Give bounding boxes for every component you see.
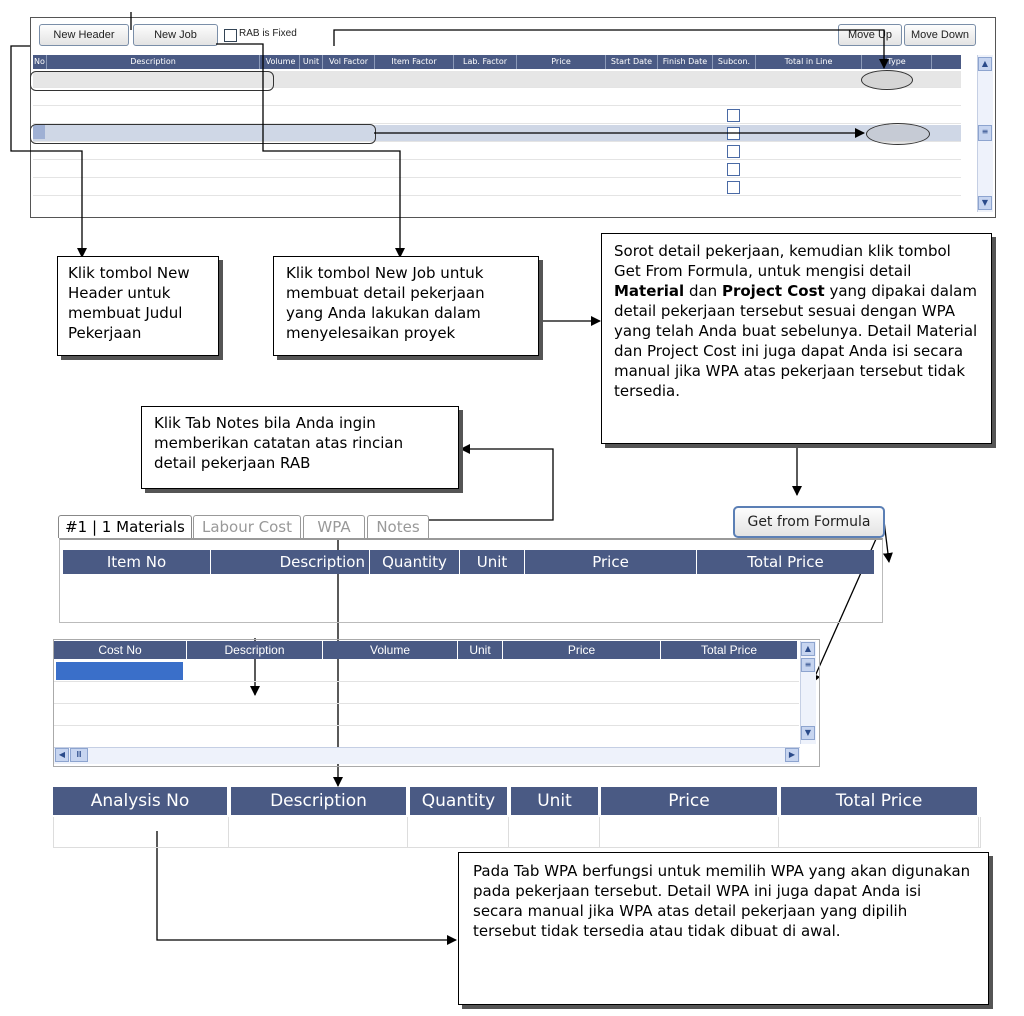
wpa-empty-cell <box>781 817 979 847</box>
wpa-empty-cell <box>53 817 229 847</box>
materials-cell <box>701 580 869 600</box>
labour-cell <box>505 684 657 702</box>
get-from-formula-button[interactable]: Get from Formula <box>733 506 885 538</box>
labour-cell <box>325 662 454 680</box>
labour-col-header: Description <box>187 641 323 659</box>
labour-cell <box>460 662 499 680</box>
labour-cell <box>505 662 657 680</box>
wpa-col-header: Total Price <box>781 787 979 815</box>
labour-col-header: Price <box>503 641 661 659</box>
wpa-col-header: Analysis No <box>53 787 229 815</box>
labour-scroll-thumb[interactable]: ≡ <box>801 658 815 672</box>
materials-col-header: Unit <box>460 550 525 574</box>
get-formula-note: Sorot detail pekerjaan, kemudian klik to… <box>601 233 992 444</box>
materials-cell <box>374 580 454 600</box>
materials-col-header: Description <box>211 550 370 574</box>
formula-note-material: Material <box>614 282 685 300</box>
labour-cell <box>325 706 454 724</box>
labour-cell <box>460 684 499 702</box>
wpa-empty-cell <box>601 817 779 847</box>
wpa-col-header: Unit <box>511 787 600 815</box>
labour-scroll-down-icon[interactable]: ▼ <box>801 726 815 740</box>
materials-cell <box>215 580 364 600</box>
tab-wpa[interactable]: WPA <box>303 515 365 538</box>
labour-cell <box>663 662 794 680</box>
materials-col-header: Item No <box>63 550 211 574</box>
labour-scroll-left-icon[interactable]: ◀ <box>55 748 69 762</box>
labour-col-header: Unit <box>458 641 503 659</box>
labour-cell <box>56 684 183 702</box>
labour-cell <box>56 662 183 680</box>
tab-labour-cost[interactable]: Labour Cost <box>193 515 301 538</box>
labour-cell <box>663 706 794 724</box>
wpa-col-header: Quantity <box>410 787 509 815</box>
labour-hscrollbar[interactable] <box>54 747 800 764</box>
labour-col-header: Total Price <box>661 641 798 659</box>
materials-col-header: Quantity <box>370 550 460 574</box>
wpa-note: Pada Tab WPA berfungsi untuk memilih WPA… <box>458 852 989 1005</box>
labour-cell <box>189 706 319 724</box>
wpa-empty-cell <box>410 817 509 847</box>
tab-notes-note: Klik Tab Notes bila Anda ingin memberika… <box>141 406 459 489</box>
labour-hscroll-thumb[interactable]: Ⅲ <box>70 748 88 762</box>
wpa-empty-cell <box>511 817 600 847</box>
labour-cell <box>460 706 499 724</box>
new-header-note: Klik tombol New Header untuk membuat Jud… <box>57 256 219 356</box>
labour-col-header: Volume <box>323 641 458 659</box>
materials-col-header: Price <box>525 550 697 574</box>
materials-col-header: Total Price <box>697 550 875 574</box>
formula-note-text-1: Sorot detail pekerjaan, kemudian klik to… <box>614 242 951 280</box>
labour-cell <box>189 684 319 702</box>
tab-materials[interactable]: #1 | 1 Materials <box>58 515 192 538</box>
labour-scroll-right-icon[interactable]: ▶ <box>785 748 799 762</box>
materials-cell <box>529 580 691 600</box>
wpa-col-header: Description <box>231 787 408 815</box>
wpa-col-header: Price <box>601 787 779 815</box>
labour-col-header: Cost No <box>54 641 187 659</box>
page: New Header New Job RAB is Fixed Move Up … <box>0 0 1024 1016</box>
labour-cell <box>505 706 657 724</box>
tab-notes[interactable]: Notes <box>367 515 429 538</box>
formula-note-text-2: dan <box>684 282 722 300</box>
labour-cell <box>189 662 319 680</box>
wpa-empty-cell <box>231 817 408 847</box>
labour-cell <box>56 706 183 724</box>
labour-cell <box>663 684 794 702</box>
materials-cell <box>464 580 519 600</box>
materials-cell <box>67 580 205 600</box>
new-job-note: Klik tombol New Job untuk membuat detail… <box>273 256 539 356</box>
labour-cell <box>325 684 454 702</box>
formula-note-project-cost: Project Cost <box>721 282 825 300</box>
labour-scroll-up-icon[interactable]: ▲ <box>801 642 815 656</box>
